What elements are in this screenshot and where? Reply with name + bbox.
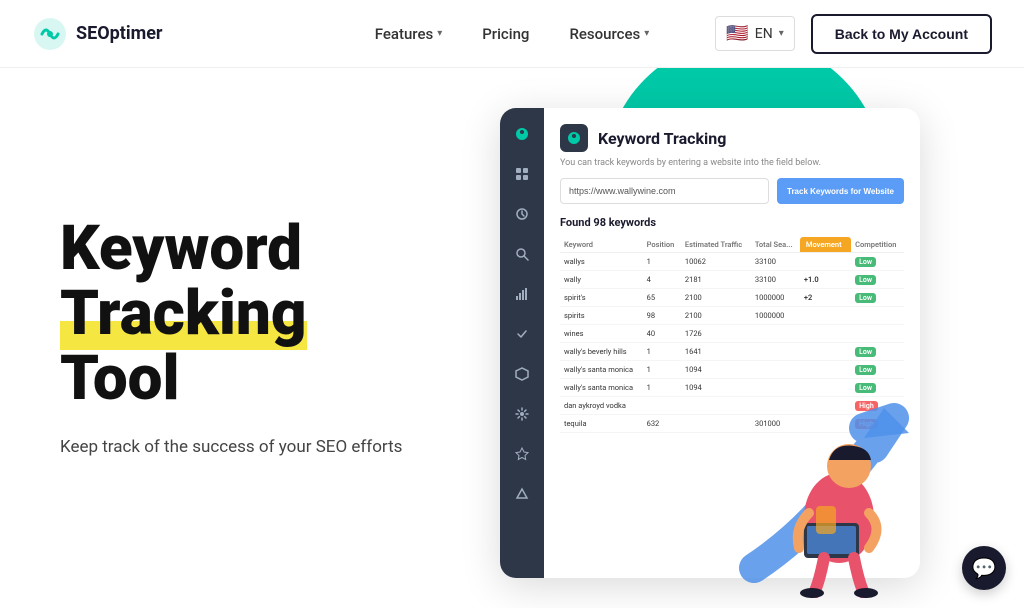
person-illustration xyxy=(774,418,904,598)
nav-pricing[interactable]: Pricing xyxy=(466,17,545,51)
back-to-account-button[interactable]: Back to My Account xyxy=(811,14,992,54)
url-input[interactable] xyxy=(560,178,769,204)
lang-code: EN xyxy=(755,26,773,42)
features-chevron: ▾ xyxy=(437,28,442,39)
sidebar-icon-7 xyxy=(512,364,532,384)
table-row: spirit's6521001000000+2Low xyxy=(560,289,904,307)
hero-subtitle: Keep track of the success of your SEO ef… xyxy=(60,435,480,461)
navbar: SEOptimer Features ▾ Pricing Resources ▾… xyxy=(0,0,1024,68)
chat-icon: 💬 xyxy=(972,556,997,580)
table-row: wallys11006233100Low xyxy=(560,253,904,271)
sidebar-icon-4 xyxy=(512,244,532,264)
card-logo-icon xyxy=(560,124,588,152)
col-total: Total Sea... xyxy=(751,237,800,253)
table-row: wally's beverly hills11641Low xyxy=(560,343,904,361)
sidebar-icon-9 xyxy=(512,444,532,464)
sidebar-icon-2 xyxy=(512,164,532,184)
language-selector[interactable]: 🇺🇸 EN ▾ xyxy=(715,16,794,51)
hero-title: Keyword Tracking Tool xyxy=(60,216,480,411)
card-title: Keyword Tracking xyxy=(598,129,726,148)
resources-chevron: ▾ xyxy=(644,28,649,39)
logo[interactable]: SEOptimer xyxy=(32,16,163,52)
card-subtitle: You can track keywords by entering a web… xyxy=(560,158,904,168)
sidebar-icon-3 xyxy=(512,204,532,224)
sidebar-icon-6 xyxy=(512,324,532,344)
table-row: wally4218133100+1.0Low xyxy=(560,271,904,289)
sidebar-icon-10 xyxy=(512,484,532,504)
sidebar-icon-1 xyxy=(512,124,532,144)
logo-text: SEOptimer xyxy=(76,23,163,44)
main-content: Keyword Tracking Tool Keep track of the … xyxy=(0,68,1024,608)
track-keywords-button[interactable]: Track Keywords for Website xyxy=(777,178,904,204)
chat-bubble-button[interactable]: 💬 xyxy=(962,546,1006,590)
sidebar-icon-8 xyxy=(512,404,532,424)
table-row: wally's santa monica11094Low xyxy=(560,361,904,379)
hero-visual: Keyword Tracking You can track keywords … xyxy=(480,68,964,608)
nav-right: 🇺🇸 EN ▾ Back to My Account xyxy=(715,14,992,54)
sidebar-icon-5 xyxy=(512,284,532,304)
nav-links: Features ▾ Pricing Resources ▾ xyxy=(359,17,666,51)
col-movement: Movement xyxy=(800,237,851,253)
col-competition: Competition xyxy=(851,237,904,253)
flag-icon: 🇺🇸 xyxy=(726,23,748,44)
hero-section: Keyword Tracking Tool Keep track of the … xyxy=(60,216,480,461)
lang-chevron: ▾ xyxy=(779,28,784,39)
found-keywords-label: Found 98 keywords xyxy=(560,216,904,229)
table-row: wines401726 xyxy=(560,325,904,343)
card-header: Keyword Tracking xyxy=(560,124,904,152)
url-bar: Track Keywords for Website xyxy=(560,178,904,204)
table-row: spirits9821001000000 xyxy=(560,307,904,325)
col-position: Position xyxy=(643,237,681,253)
col-keyword: Keyword xyxy=(560,237,643,253)
col-traffic: Estimated Traffic xyxy=(681,237,751,253)
dashboard-sidebar xyxy=(500,108,544,578)
nav-features[interactable]: Features ▾ xyxy=(359,17,459,51)
nav-resources[interactable]: Resources ▾ xyxy=(553,17,665,51)
